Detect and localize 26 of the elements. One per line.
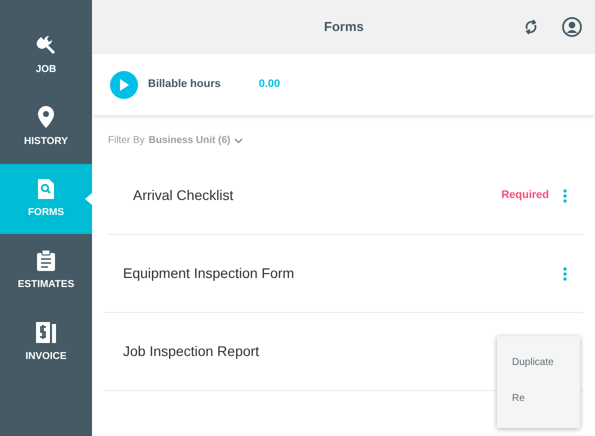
sidebar-tab[interactable]: INVOICE [0,308,92,378]
document-search-icon [38,178,54,198]
form-title[interactable]: Arrival Checklist [133,185,502,206]
form-title[interactable]: Equipment Inspection Form [123,263,563,284]
active-indicator-icon [85,193,92,205]
wrench-icon [35,34,57,56]
play-button[interactable] [110,70,138,98]
sidebar-tab[interactable]: JOB [0,20,92,90]
sidebar-tab[interactable]: ESTIMATES [0,236,92,306]
timer-value: 0.00 [258,77,280,92]
page-title: Forms [324,18,364,36]
timer-label: Billable hours [148,77,221,92]
menu-item[interactable]: Re [512,391,580,406]
location-pin-icon [38,106,54,128]
required-label: Required [501,188,549,204]
user-avatar-icon[interactable] [562,17,582,37]
menu-item[interactable]: Duplicate [512,355,580,370]
sync-icon[interactable] [524,19,538,35]
chevron-down-icon [234,138,244,144]
filter-label: Filter By [108,134,145,148]
sidebar-tab[interactable]: HISTORY [0,92,92,162]
more-options-icon[interactable] [563,188,567,202]
invoice-icon [36,322,56,343]
play-icon [119,78,129,90]
more-options-icon[interactable] [563,266,567,280]
clipboard-icon [37,250,55,271]
